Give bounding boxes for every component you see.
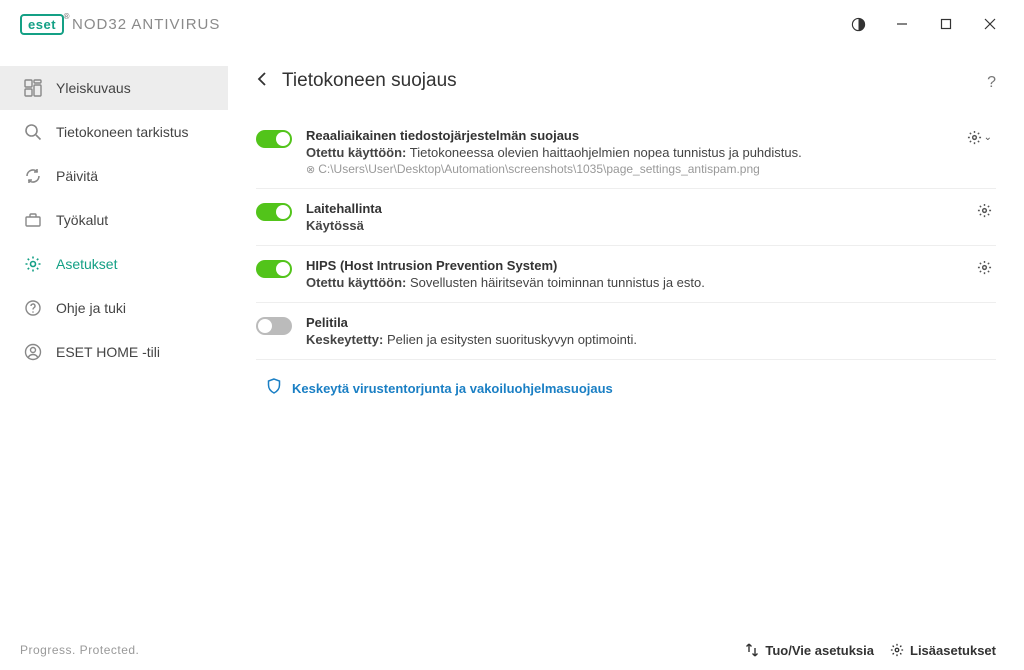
sidebar-item-overview[interactable]: Yleiskuvaus — [0, 66, 228, 110]
back-arrow-icon[interactable] — [256, 72, 268, 91]
toggle-gamemode[interactable] — [256, 317, 292, 335]
setting-row-gamemode: Pelitila Keskeytetty: Pelien ja esityste… — [256, 303, 996, 360]
sidebar-item-account[interactable]: ESET HOME -tili — [0, 330, 228, 374]
overview-icon — [24, 79, 42, 97]
shield-icon — [266, 378, 282, 399]
sidebar-item-tools[interactable]: Työkalut — [0, 198, 228, 242]
setting-title: Pelitila — [306, 315, 992, 330]
gear-button[interactable] — [969, 201, 992, 218]
minimize-button[interactable] — [880, 8, 924, 40]
toggle-hips[interactable] — [256, 260, 292, 278]
window-controls — [836, 8, 1012, 40]
page-title: Tietokoneen suojaus — [282, 70, 457, 92]
page-header: Tietokoneen suojaus — [256, 70, 996, 92]
sidebar-item-label: Ohje ja tuki — [56, 300, 126, 316]
setting-row-device: Laitehallinta Käytössä — [256, 189, 996, 246]
import-export-link[interactable]: Tuo/Vie asetuksia — [745, 643, 874, 658]
close-button[interactable] — [968, 8, 1012, 40]
sidebar-item-settings[interactable]: Asetukset — [0, 242, 228, 286]
gear-icon — [24, 255, 42, 273]
chevron-down-icon: ⌄ — [984, 132, 992, 143]
footer-tagline: Progress. Protected. — [20, 643, 139, 657]
setting-desc: Otettu käyttöön: Sovellusten häiritsevän… — [306, 275, 969, 290]
pause-protection-row: Keskeytä virustentorjunta ja vakoiluohje… — [256, 360, 996, 399]
briefcase-icon — [24, 211, 42, 229]
sidebar-item-scan[interactable]: Tietokoneen tarkistus — [0, 110, 228, 154]
sidebar-item-label: Asetukset — [56, 256, 117, 272]
setting-desc: Keskeytetty: Pelien ja esitysten suoritu… — [306, 332, 992, 347]
setting-row-hips: HIPS (Host Intrusion Prevention System) … — [256, 246, 996, 303]
maximize-button[interactable] — [924, 8, 968, 40]
pause-protection-link[interactable]: Keskeytä virustentorjunta ja vakoiluohje… — [292, 381, 613, 396]
sidebar: Yleiskuvaus Tietokoneen tarkistus Päivit… — [0, 48, 228, 630]
setting-title: Reaaliaikainen tiedostojärjestelmän suoj… — [306, 128, 959, 143]
advanced-settings-link[interactable]: Lisäasetukset — [890, 643, 996, 658]
contrast-icon[interactable] — [836, 8, 880, 40]
setting-desc: Otettu käyttöön: Tietokoneessa olevien h… — [306, 145, 959, 160]
help-icon — [24, 299, 42, 317]
brand-logo: eset — [20, 14, 64, 35]
setting-title: HIPS (Host Intrusion Prevention System) — [306, 258, 969, 273]
setting-row-realtime: Reaaliaikainen tiedostojärjestelmän suoj… — [256, 116, 996, 189]
sidebar-item-label: Tietokoneen tarkistus — [56, 124, 189, 140]
title-bar: eset NOD32 ANTIVIRUS — [0, 0, 1024, 48]
sidebar-item-label: Yleiskuvaus — [56, 80, 131, 96]
setting-path: C:\Users\User\Desktop\Automation\screens… — [306, 162, 959, 176]
toggle-realtime[interactable] — [256, 130, 292, 148]
gear-dropdown-button[interactable]: ⌄ — [959, 128, 992, 145]
product-name: NOD32 ANTIVIRUS — [72, 16, 220, 33]
sidebar-item-help[interactable]: Ohje ja tuki — [0, 286, 228, 330]
sidebar-item-label: ESET HOME -tili — [56, 344, 160, 360]
footer: Progress. Protected. Tuo/Vie asetuksia L… — [0, 630, 1024, 670]
user-icon — [24, 343, 42, 361]
refresh-icon — [24, 167, 42, 185]
sidebar-item-update[interactable]: Päivitä — [0, 154, 228, 198]
sidebar-item-label: Työkalut — [56, 212, 108, 228]
search-icon — [24, 123, 42, 141]
setting-title: Laitehallinta — [306, 201, 969, 216]
content-area: Tietokoneen suojaus ? Reaaliaikainen tie… — [228, 48, 1024, 630]
sidebar-item-label: Päivitä — [56, 168, 98, 184]
setting-desc: Käytössä — [306, 218, 969, 233]
page-help-icon[interactable]: ? — [987, 74, 996, 92]
gear-button[interactable] — [969, 258, 992, 275]
toggle-device[interactable] — [256, 203, 292, 221]
